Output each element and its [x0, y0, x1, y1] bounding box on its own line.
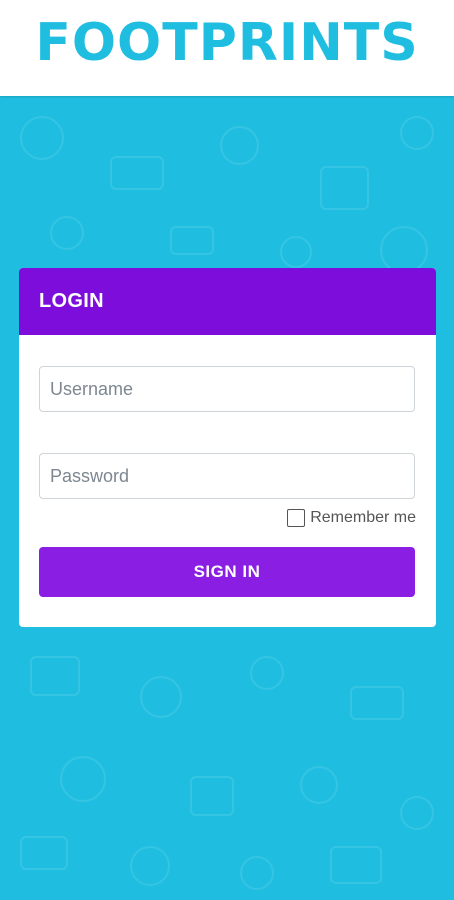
remember-me-label: Remember me [310, 509, 416, 526]
login-card: LOGIN Remember me SIGN IN [19, 268, 436, 627]
login-title: LOGIN [39, 290, 104, 312]
app-header: FOOTPRINTS [0, 0, 454, 96]
sign-in-button[interactable]: SIGN IN [39, 547, 415, 597]
username-input[interactable] [39, 366, 415, 412]
remember-me-checkbox[interactable] [287, 509, 306, 527]
password-input[interactable] [39, 453, 415, 499]
login-card-header: LOGIN [19, 268, 436, 335]
remember-me[interactable]: Remember me [287, 509, 416, 527]
app-logo: FOOTPRINTS [35, 13, 419, 73]
